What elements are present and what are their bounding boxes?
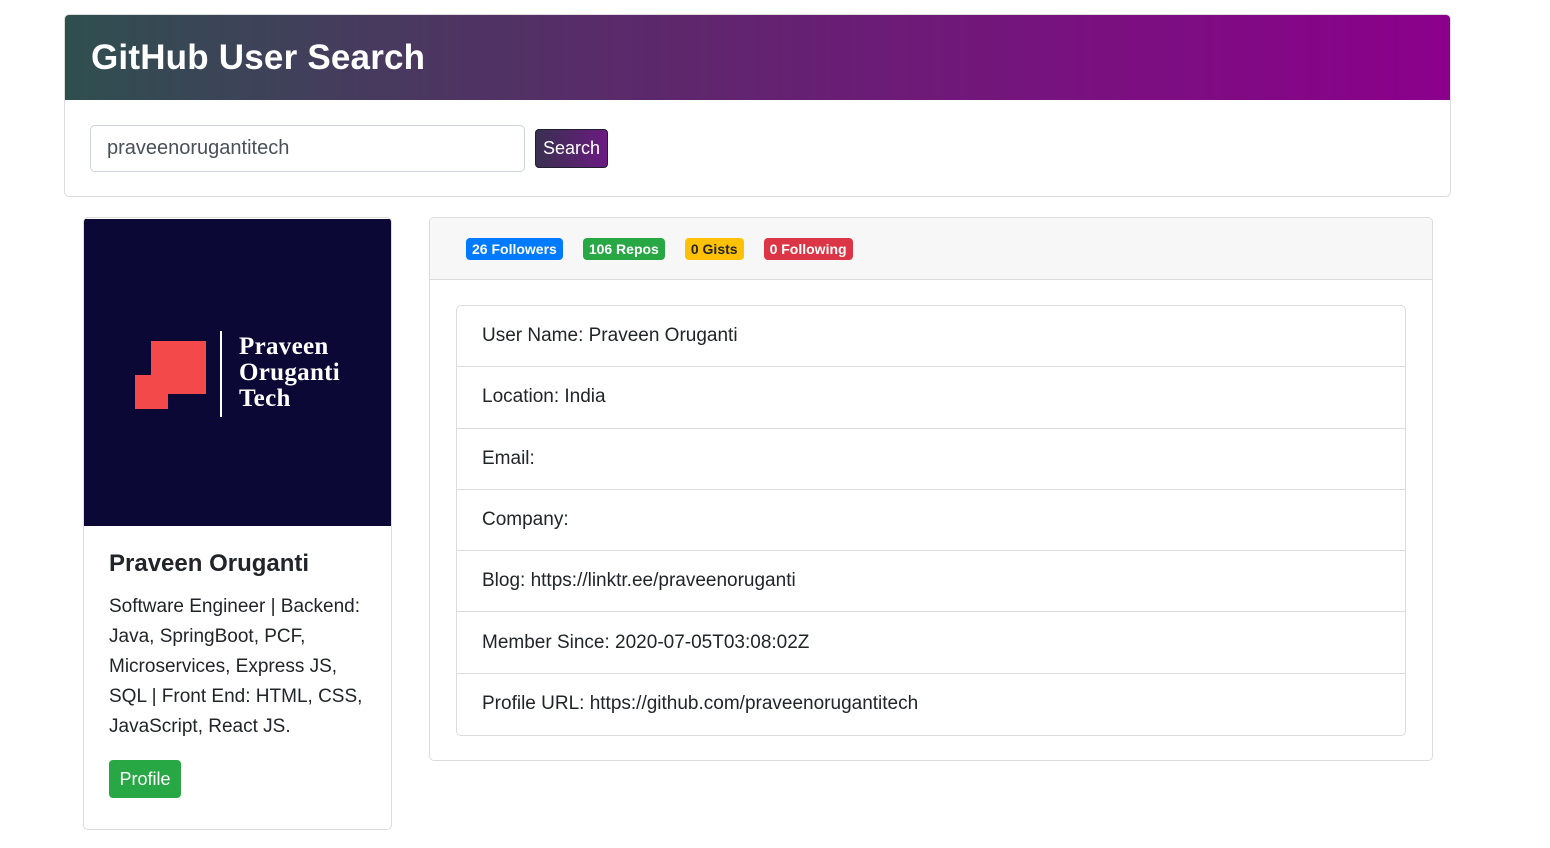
profile-name: Praveen Oruganti bbox=[109, 550, 310, 577]
logo-divider bbox=[220, 331, 222, 417]
following-badge: 0 Following bbox=[763, 237, 853, 260]
detail-email: Email: bbox=[457, 429, 1405, 490]
avatar: Praveen Oruganti Tech bbox=[84, 219, 391, 526]
details-list: User Name: Praveen Oruganti Location: In… bbox=[456, 305, 1406, 737]
profile-button[interactable]: Profile bbox=[109, 760, 181, 798]
detail-blog: Blog: https://linktr.ee/praveenoruganti bbox=[457, 551, 1405, 613]
detail-profile-url: Profile URL: https://github.com/praveeno… bbox=[482, 693, 919, 715]
detail-member-since: Member Since: 2020-07-05T03:08:02Z bbox=[457, 612, 1405, 674]
detail-company: Company: bbox=[457, 490, 1405, 552]
logo-text: Praveen Oruganti Tech bbox=[239, 334, 340, 412]
page-title: GitHub User Search bbox=[91, 37, 426, 77]
profile-body: Praveen Oruganti Software Engineer | Bac… bbox=[84, 526, 391, 822]
gists-badge: 0 Gists bbox=[684, 237, 744, 260]
stats-bar: 26 Followers 106 Repos 0 Gists 0 Followi… bbox=[430, 218, 1432, 280]
detail-location: Location: India bbox=[457, 367, 1405, 429]
search-button[interactable]: Search bbox=[535, 129, 608, 168]
repos-badge: 106 Repos bbox=[582, 237, 665, 260]
detail-user-name: User Name: Praveen Oruganti bbox=[457, 306, 1405, 368]
followers-badge: 26 Followers bbox=[466, 237, 563, 260]
details-card: 26 Followers 106 Repos 0 Gists 0 Followi… bbox=[429, 217, 1433, 761]
search-input[interactable] bbox=[90, 125, 525, 172]
logo-text-line-1: Praveen bbox=[239, 333, 329, 360]
logo-text-line-3: Tech bbox=[239, 385, 291, 412]
search-card: GitHub User Search Search bbox=[64, 14, 1451, 197]
search-header: GitHub User Search bbox=[65, 15, 1450, 100]
logo-text-line-2: Oruganti bbox=[239, 359, 341, 386]
profile-card: Praveen Oruganti Tech Praveen Oruganti S… bbox=[83, 217, 392, 830]
logo-square-small bbox=[135, 375, 168, 409]
search-body: Search bbox=[65, 100, 1450, 196]
profile-bio: Software Engineer | Backend: Java, Sprin… bbox=[109, 596, 363, 737]
